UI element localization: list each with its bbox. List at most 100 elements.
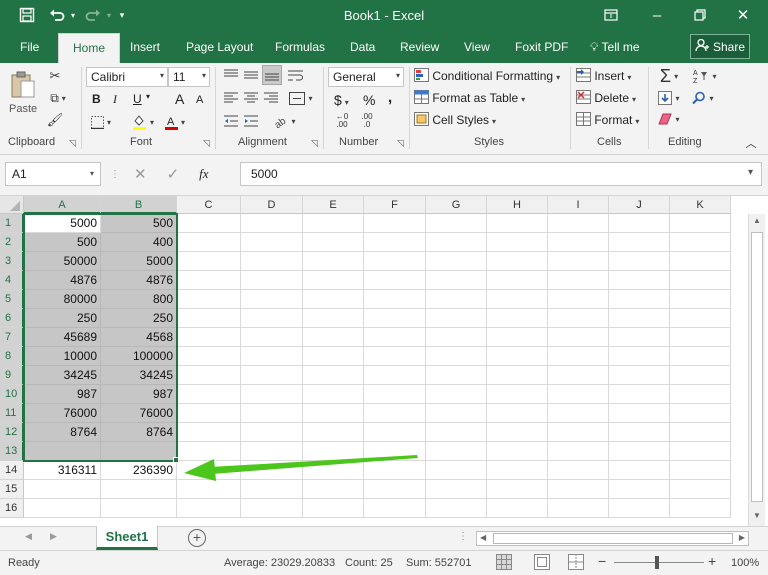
cell-i9[interactable] xyxy=(548,366,609,385)
cell-d7[interactable] xyxy=(241,328,303,347)
align-top-icon[interactable] xyxy=(222,67,240,83)
column-header-j[interactable]: J xyxy=(609,196,670,214)
collapse-ribbon-icon[interactable]: ︿ xyxy=(744,136,758,150)
cell-g3[interactable] xyxy=(426,252,487,271)
percent-button[interactable]: % xyxy=(363,92,375,108)
cell-k11[interactable] xyxy=(670,404,731,423)
minimize-icon[interactable]: – xyxy=(646,4,668,26)
cell-a16[interactable] xyxy=(24,499,101,518)
cell-h12[interactable] xyxy=(487,423,548,442)
cell-c5[interactable] xyxy=(177,290,241,309)
cell-f16[interactable] xyxy=(364,499,426,518)
cell-d2[interactable] xyxy=(241,233,303,252)
column-header-e[interactable]: E xyxy=(303,196,364,214)
column-header-g[interactable]: G xyxy=(426,196,487,214)
cell-g14[interactable] xyxy=(426,461,487,480)
cell-e5[interactable] xyxy=(303,290,364,309)
vertical-scrollbar[interactable]: ▲ ▼ xyxy=(748,214,765,526)
tab-foxit-pdf[interactable]: Foxit PDF xyxy=(515,40,568,54)
cell-b10[interactable]: 987 xyxy=(101,385,177,404)
cell-j3[interactable] xyxy=(609,252,670,271)
cell-k10[interactable] xyxy=(670,385,731,404)
cell-d11[interactable] xyxy=(241,404,303,423)
column-header-b[interactable]: B xyxy=(101,196,177,214)
cell-g11[interactable] xyxy=(426,404,487,423)
cell-c15[interactable] xyxy=(177,480,241,499)
cell-i10[interactable] xyxy=(548,385,609,404)
cell-b3[interactable]: 5000 xyxy=(101,252,177,271)
cell-a12[interactable]: 8764 xyxy=(24,423,101,442)
cell-k1[interactable] xyxy=(670,214,731,233)
cell-b4[interactable]: 4876 xyxy=(101,271,177,290)
cell-e7[interactable] xyxy=(303,328,364,347)
cell-e12[interactable] xyxy=(303,423,364,442)
cell-c9[interactable] xyxy=(177,366,241,385)
row-header-7[interactable]: 7 xyxy=(0,328,24,347)
row-header-4[interactable]: 4 xyxy=(0,271,24,290)
alignment-launcher-icon[interactable]: ◹ xyxy=(311,138,318,149)
number-format-select[interactable]: General ▾ xyxy=(328,67,404,87)
cell-j15[interactable] xyxy=(609,480,670,499)
cut-icon[interactable]: ✂ xyxy=(45,67,65,85)
italic-button[interactable]: I xyxy=(113,92,117,107)
tab-insert[interactable]: Insert xyxy=(130,40,160,54)
cell-a2[interactable]: 500 xyxy=(24,233,101,252)
tab-file[interactable]: File xyxy=(20,40,39,54)
cell-f2[interactable] xyxy=(364,233,426,252)
tell-me-search[interactable]: 💡︎ Tell me xyxy=(590,40,640,55)
cell-f6[interactable] xyxy=(364,309,426,328)
cell-h4[interactable] xyxy=(487,271,548,290)
cell-f7[interactable] xyxy=(364,328,426,347)
name-box[interactable]: A1 ▾ xyxy=(5,162,101,186)
cell-a8[interactable]: 10000 xyxy=(24,347,101,366)
worksheet-grid[interactable]: A B C D E F G H I J K 1 5000 500 2 500 400 3 50000 5000 4 487… xyxy=(0,196,768,526)
cell-b13[interactable] xyxy=(101,442,177,461)
close-icon[interactable]: ✕ xyxy=(732,4,754,26)
cell-e6[interactable] xyxy=(303,309,364,328)
cell-j4[interactable] xyxy=(609,271,670,290)
cell-c8[interactable] xyxy=(177,347,241,366)
column-header-a[interactable]: A xyxy=(24,196,101,214)
clipboard-launcher-icon[interactable]: ◹ xyxy=(69,138,76,149)
cell-f11[interactable] xyxy=(364,404,426,423)
restore-icon[interactable] xyxy=(689,4,711,26)
bold-button[interactable]: B xyxy=(92,92,101,106)
cell-b7[interactable]: 4568 xyxy=(101,328,177,347)
cell-d3[interactable] xyxy=(241,252,303,271)
cell-f12[interactable] xyxy=(364,423,426,442)
tab-page-layout[interactable]: Page Layout xyxy=(186,40,253,54)
cell-h1[interactable] xyxy=(487,214,548,233)
cell-i4[interactable] xyxy=(548,271,609,290)
cell-k14[interactable] xyxy=(670,461,731,480)
column-header-h[interactable]: H xyxy=(487,196,548,214)
cell-d6[interactable] xyxy=(241,309,303,328)
cell-k4[interactable] xyxy=(670,271,731,290)
new-sheet-icon[interactable]: + xyxy=(188,529,206,547)
cell-k15[interactable] xyxy=(670,480,731,499)
scroll-down-icon[interactable]: ▼ xyxy=(753,511,761,520)
zoom-slider-track[interactable] xyxy=(614,562,704,563)
cell-h10[interactable] xyxy=(487,385,548,404)
cell-i2[interactable] xyxy=(548,233,609,252)
cell-h2[interactable] xyxy=(487,233,548,252)
cell-h16[interactable] xyxy=(487,499,548,518)
cell-e3[interactable] xyxy=(303,252,364,271)
cell-f10[interactable] xyxy=(364,385,426,404)
font-color-icon[interactable]: A ▾ xyxy=(162,113,188,131)
cell-j9[interactable] xyxy=(609,366,670,385)
cell-e4[interactable] xyxy=(303,271,364,290)
cell-g2[interactable] xyxy=(426,233,487,252)
cell-e11[interactable] xyxy=(303,404,364,423)
sort-filter-icon[interactable]: A Z ▾ xyxy=(688,66,722,86)
cell-b2[interactable]: 400 xyxy=(101,233,177,252)
increase-indent-icon[interactable] xyxy=(242,113,260,129)
cell-h3[interactable] xyxy=(487,252,548,271)
row-header-14[interactable]: 14 xyxy=(0,461,24,480)
cell-e1[interactable] xyxy=(303,214,364,233)
scroll-right-icon[interactable]: ▶ xyxy=(739,533,745,542)
tab-split-handle-icon[interactable]: ⋮ xyxy=(458,531,468,542)
decrease-decimal-icon[interactable]: .00.0 xyxy=(356,111,378,131)
cell-d8[interactable] xyxy=(241,347,303,366)
cell-b9[interactable]: 34245 xyxy=(101,366,177,385)
column-header-k[interactable]: K xyxy=(670,196,731,214)
